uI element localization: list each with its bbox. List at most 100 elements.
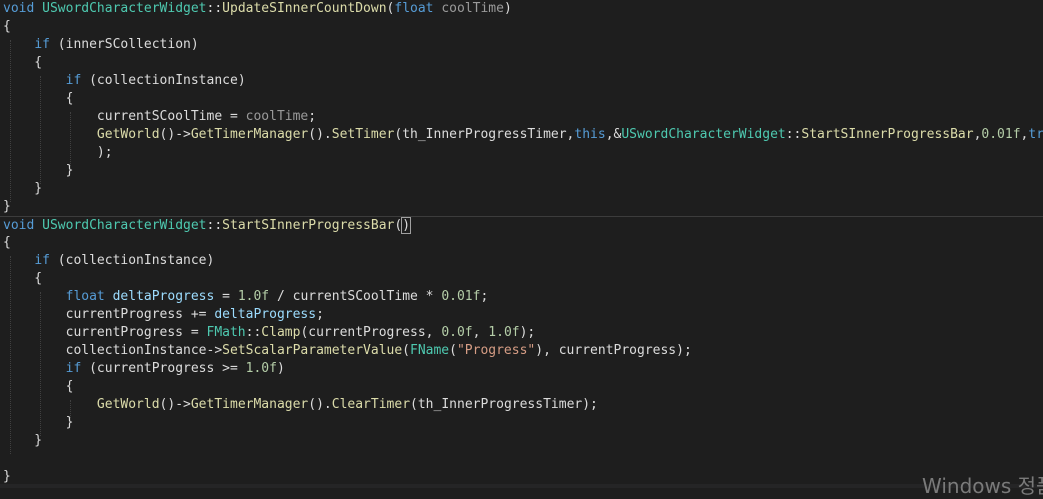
code-line[interactable]: GetWorld()->GetTimerManager().SetTimer(t… (0, 126, 1043, 144)
code-line[interactable]: ); (0, 144, 1043, 162)
code-token: ClearTimer (331, 397, 411, 412)
code-token: deltaProgress (112, 289, 215, 304)
code-token: ); (3, 145, 113, 160)
code-token: (innerSCollection) (49, 37, 199, 52)
code-token: deltaProgress (214, 307, 317, 322)
code-token: } (3, 181, 43, 196)
code-line[interactable]: currentProgress += deltaProgress; (0, 306, 1043, 324)
code-line[interactable]: } (0, 414, 1043, 432)
code-line[interactable]: { (0, 54, 1043, 72)
code-token: { (3, 379, 74, 394)
code-token: UpdateSInnerCountDown (222, 1, 387, 16)
code-line[interactable]: } (0, 162, 1043, 180)
code-token: USwordCharacterWidget (42, 218, 207, 233)
code-token: ) (401, 217, 411, 234)
code-token: 1.0f (245, 361, 277, 376)
code-token: (th_InnerProgressTimer); (410, 397, 598, 412)
code-token: GetWorld (96, 127, 160, 142)
code-token: ; (316, 307, 324, 322)
code-token: StartSInnerProgressBar (222, 218, 395, 233)
code-line[interactable] (0, 450, 1043, 468)
code-line[interactable]: currentSCoolTime = coolTime; (0, 108, 1043, 126)
code-token: ()-> (159, 397, 191, 412)
code-token: GetTimerManager (190, 127, 309, 142)
code-token: "Progress" (456, 343, 536, 358)
code-line[interactable]: } (0, 180, 1043, 198)
code-token: this (574, 127, 606, 142)
code-token: float (394, 1, 434, 16)
code-token: void (3, 218, 35, 233)
code-line[interactable]: } (0, 198, 1043, 216)
code-token: currentProgress = (3, 325, 207, 340)
code-token: ,& (605, 127, 622, 142)
code-token: (collectionInstance) (81, 73, 246, 88)
code-line[interactable]: { (0, 270, 1043, 288)
code-token: ; (308, 109, 317, 124)
code-token: 0.01f (441, 289, 481, 304)
code-line[interactable]: if (currentProgress >= 1.0f) (0, 360, 1043, 378)
code-token: FMath (206, 325, 246, 340)
code-token: (currentProgress, (300, 325, 442, 340)
code-line[interactable]: GetWorld()->GetTimerManager().ClearTimer… (0, 396, 1043, 414)
code-token: ( (402, 343, 410, 358)
code-token: } (3, 163, 74, 178)
code-token: :: (206, 218, 223, 233)
code-line[interactable]: float deltaProgress = 1.0f / currentSCoo… (0, 288, 1043, 306)
code-line[interactable]: { (0, 378, 1043, 396)
code-token: ; (480, 289, 489, 304)
code-token: ) (503, 1, 512, 16)
code-token: { (3, 271, 43, 286)
code-token: if (34, 37, 50, 52)
code-token: , (472, 325, 489, 340)
code-token: :: (206, 1, 223, 16)
horizontal-scrollbar[interactable] (0, 484, 1043, 488)
code-line[interactable]: if (innerSCollection) (0, 36, 1043, 54)
code-token: GetTimerManager (190, 397, 309, 412)
code-token: void (3, 1, 35, 16)
code-line[interactable]: collectionInstance->SetScalarParameterVa… (0, 342, 1043, 360)
code-token: if (34, 253, 50, 268)
code-token: currentProgress += (3, 307, 215, 322)
code-token: :: (785, 127, 802, 142)
code-token: ( (394, 218, 403, 233)
code-line[interactable]: if (collectionInstance) (0, 252, 1043, 270)
code-token: coolTime (245, 109, 309, 124)
code-token: ); (519, 325, 536, 340)
code-line[interactable]: void USwordCharacterWidget::UpdateSInner… (0, 0, 1043, 18)
code-line[interactable]: { (0, 18, 1043, 36)
code-token: GetWorld (96, 397, 160, 412)
code-token: { (3, 91, 74, 106)
code-editor[interactable]: void USwordCharacterWidget::UpdateSInner… (0, 0, 1043, 488)
code-line[interactable]: if (collectionInstance) (0, 72, 1043, 90)
code-token: FName (410, 343, 450, 358)
code-line[interactable]: currentProgress = FMath::Clamp(currentPr… (0, 324, 1043, 342)
code-token: float (65, 289, 105, 304)
code-token: } (3, 433, 43, 448)
code-token: { (3, 19, 11, 34)
code-token: ()-> (159, 127, 191, 142)
code-token: USwordCharacterWidget (621, 127, 786, 142)
activation-watermark: Windows 정품 (922, 474, 1043, 498)
code-token: / currentSCoolTime * (269, 289, 442, 304)
code-token: Clamp (261, 325, 301, 340)
code-token: SetScalarParameterValue (222, 343, 403, 358)
code-line[interactable]: { (0, 90, 1043, 108)
code-token: 0.01f (981, 127, 1021, 142)
code-line[interactable]: { (0, 234, 1043, 252)
code-token: USwordCharacterWidget (42, 1, 207, 16)
code-line[interactable]: } (0, 432, 1043, 450)
code-token: ) (276, 361, 285, 376)
code-token: 1.0f (237, 289, 270, 304)
code-line[interactable]: void USwordCharacterWidget::StartSInnerP… (0, 216, 1043, 235)
code-token: if (65, 73, 82, 88)
code-token: 0.0f (441, 325, 473, 340)
code-token: = (214, 289, 238, 304)
